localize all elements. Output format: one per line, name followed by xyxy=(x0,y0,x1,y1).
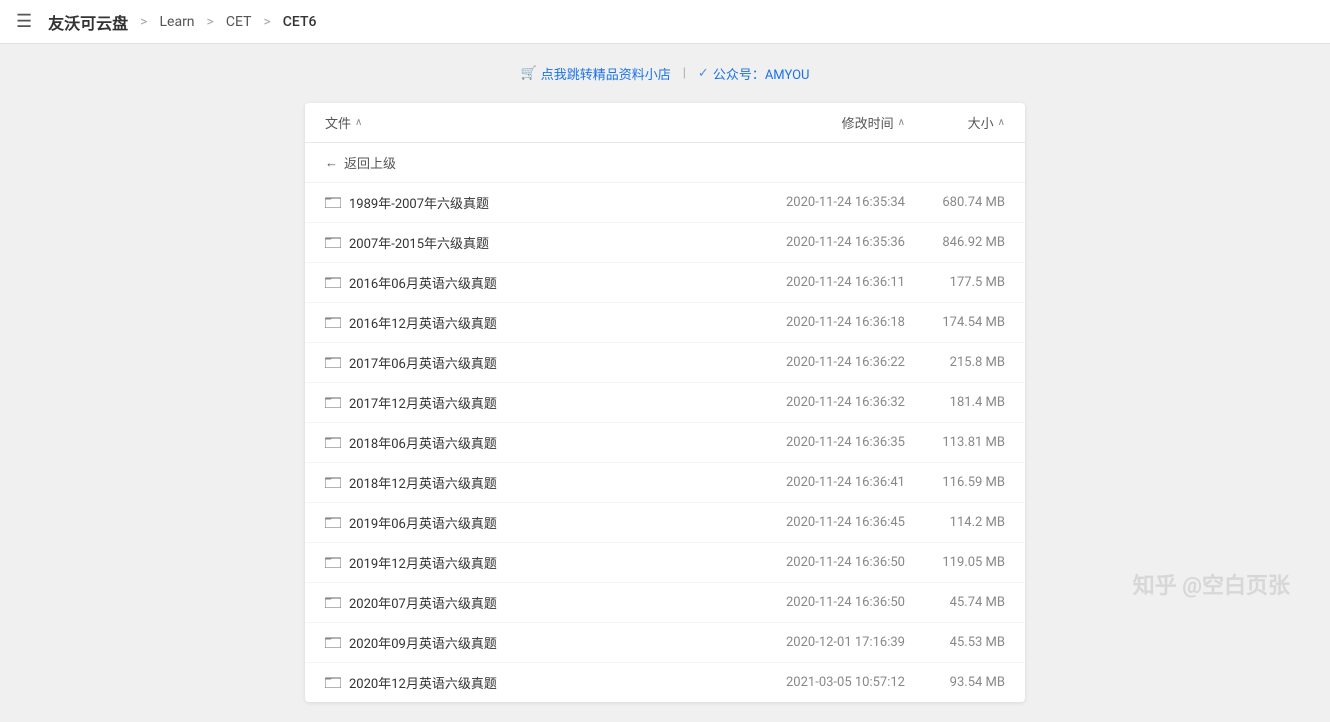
table-row[interactable]: 1989年-2007年六级真题 2020-11-24 16:35:34 680.… xyxy=(305,183,1025,223)
col-name-header: 文件 ∧ xyxy=(325,113,745,132)
file-date: 2020-11-24 16:36:41 xyxy=(745,475,905,490)
folder-icon xyxy=(325,194,341,212)
file-name: 2019年06月英语六级真题 xyxy=(349,513,745,532)
shop-link[interactable]: 🛒 点我跳转精品资料小店 xyxy=(521,64,671,83)
file-size: 116.59 MB xyxy=(905,475,1005,490)
table-row[interactable]: 2016年06月英语六级真题 2020-11-24 16:36:11 177.5… xyxy=(305,263,1025,303)
file-size: 114.2 MB xyxy=(905,515,1005,530)
file-size: 45.74 MB xyxy=(905,595,1005,610)
file-date: 2020-12-01 17:16:39 xyxy=(745,635,905,650)
table-row[interactable]: 2018年06月英语六级真题 2020-11-24 16:36:35 113.8… xyxy=(305,423,1025,463)
main-content: 🛒 点我跳转精品资料小店 | ✓ 公众号：AMYOU 文件 ∧ 修改时间 ∧ 大… xyxy=(0,44,1330,722)
file-size: 177.5 MB xyxy=(905,275,1005,290)
table-row[interactable]: 2007年-2015年六级真题 2020-11-24 16:35:36 846.… xyxy=(305,223,1025,263)
folder-icon xyxy=(325,314,341,332)
file-name: 2018年06月英语六级真题 xyxy=(349,433,745,452)
public-account-label: 公众号：AMYOU xyxy=(713,64,810,83)
file-date: 2020-11-24 16:35:34 xyxy=(745,195,905,210)
file-date: 2020-11-24 16:36:50 xyxy=(745,595,905,610)
folder-icon xyxy=(325,554,341,572)
table-row[interactable]: 2020年07月英语六级真题 2020-11-24 16:36:50 45.74… xyxy=(305,583,1025,623)
back-button[interactable]: ← 返回上级 xyxy=(305,143,1025,183)
file-name: 2018年12月英语六级真题 xyxy=(349,473,745,492)
file-date: 2021-03-05 10:57:12 xyxy=(745,675,905,690)
folder-icon xyxy=(325,474,341,492)
file-name: 2017年12月英语六级真题 xyxy=(349,393,745,412)
table-row[interactable]: 2020年09月英语六级真题 2020-12-01 17:16:39 45.53… xyxy=(305,623,1025,663)
brand-name: 友沃可云盘 xyxy=(48,10,128,34)
promo-bar: 🛒 点我跳转精品资料小店 | ✓ 公众号：AMYOU xyxy=(521,64,810,83)
menu-icon[interactable]: ☰ xyxy=(16,11,32,32)
file-date: 2020-11-24 16:36:35 xyxy=(745,435,905,450)
col-date-header: 修改时间 ∧ xyxy=(745,113,905,132)
check-icon: ✓ xyxy=(698,66,709,81)
folder-icon xyxy=(325,674,341,692)
table-row[interactable]: 2019年06月英语六级真题 2020-11-24 16:36:45 114.2… xyxy=(305,503,1025,543)
breadcrumb-sep-3: > xyxy=(263,14,270,30)
col-size-header: 大小 ∧ xyxy=(905,113,1005,132)
file-date: 2020-11-24 16:36:22 xyxy=(745,355,905,370)
file-name: 2017年06月英语六级真题 xyxy=(349,353,745,372)
back-arrow-icon: ← xyxy=(325,155,338,171)
file-size: 215.8 MB xyxy=(905,355,1005,370)
file-name: 2016年12月英语六级真题 xyxy=(349,313,745,332)
table-row[interactable]: 2018年12月英语六级真题 2020-11-24 16:36:41 116.5… xyxy=(305,463,1025,503)
breadcrumb-sep-1: > xyxy=(140,14,147,30)
table-row[interactable]: 2016年12月英语六级真题 2020-11-24 16:36:18 174.5… xyxy=(305,303,1025,343)
file-list: 1989年-2007年六级真题 2020-11-24 16:35:34 680.… xyxy=(305,183,1025,702)
table-row[interactable]: 2020年12月英语六级真题 2021-03-05 10:57:12 93.54… xyxy=(305,663,1025,702)
back-label: 返回上级 xyxy=(344,153,396,172)
breadcrumb-cet[interactable]: CET xyxy=(226,14,252,30)
folder-icon xyxy=(325,354,341,372)
file-size: 680.74 MB xyxy=(905,195,1005,210)
table-row[interactable]: 2017年12月英语六级真题 2020-11-24 16:36:32 181.4… xyxy=(305,383,1025,423)
file-name: 2007年-2015年六级真题 xyxy=(349,233,745,252)
file-size: 93.54 MB xyxy=(905,675,1005,690)
file-size: 181.4 MB xyxy=(905,395,1005,410)
public-account: ✓ 公众号：AMYOU xyxy=(698,64,810,83)
file-date: 2020-11-24 16:36:11 xyxy=(745,275,905,290)
breadcrumb-cet6[interactable]: CET6 xyxy=(283,14,317,30)
file-date: 2020-11-24 16:35:36 xyxy=(745,235,905,250)
folder-icon xyxy=(325,394,341,412)
col-size-sort[interactable]: ∧ xyxy=(998,117,1005,128)
file-name: 2019年12月英语六级真题 xyxy=(349,553,745,572)
folder-icon xyxy=(325,274,341,292)
breadcrumb-learn[interactable]: Learn xyxy=(159,14,194,30)
table-row[interactable]: 2019年12月英语六级真题 2020-11-24 16:36:50 119.0… xyxy=(305,543,1025,583)
col-name-sort[interactable]: ∧ xyxy=(355,117,362,128)
file-date: 2020-11-24 16:36:18 xyxy=(745,315,905,330)
file-size: 113.81 MB xyxy=(905,435,1005,450)
table-row[interactable]: 2017年06月英语六级真题 2020-11-24 16:36:22 215.8… xyxy=(305,343,1025,383)
col-date-label: 修改时间 xyxy=(842,113,894,132)
shop-link-label: 点我跳转精品资料小店 xyxy=(541,64,671,83)
file-name: 2020年07月英语六级真题 xyxy=(349,593,745,612)
file-name: 2020年12月英语六级真题 xyxy=(349,673,745,692)
file-size: 846.92 MB xyxy=(905,235,1005,250)
file-date: 2020-11-24 16:36:50 xyxy=(745,555,905,570)
file-name: 2016年06月英语六级真题 xyxy=(349,273,745,292)
topbar: ☰ 友沃可云盘 > Learn > CET > CET6 xyxy=(0,0,1330,44)
file-name: 1989年-2007年六级真题 xyxy=(349,193,745,212)
col-size-label: 大小 xyxy=(968,113,994,132)
cart-icon: 🛒 xyxy=(521,66,537,81)
folder-icon xyxy=(325,434,341,452)
file-date: 2020-11-24 16:36:45 xyxy=(745,515,905,530)
table-header: 文件 ∧ 修改时间 ∧ 大小 ∧ xyxy=(305,103,1025,143)
file-table: 文件 ∧ 修改时间 ∧ 大小 ∧ ← 返回上级 xyxy=(305,103,1025,702)
folder-icon xyxy=(325,234,341,252)
file-date: 2020-11-24 16:36:32 xyxy=(745,395,905,410)
folder-icon xyxy=(325,514,341,532)
file-size: 174.54 MB xyxy=(905,315,1005,330)
breadcrumb-sep-2: > xyxy=(207,14,214,30)
col-name-label: 文件 xyxy=(325,113,351,132)
file-name: 2020年09月英语六级真题 xyxy=(349,633,745,652)
col-date-sort[interactable]: ∧ xyxy=(898,117,905,128)
file-size: 45.53 MB xyxy=(905,635,1005,650)
file-size: 119.05 MB xyxy=(905,555,1005,570)
folder-icon xyxy=(325,594,341,612)
promo-separator: | xyxy=(683,66,686,81)
folder-icon xyxy=(325,634,341,652)
